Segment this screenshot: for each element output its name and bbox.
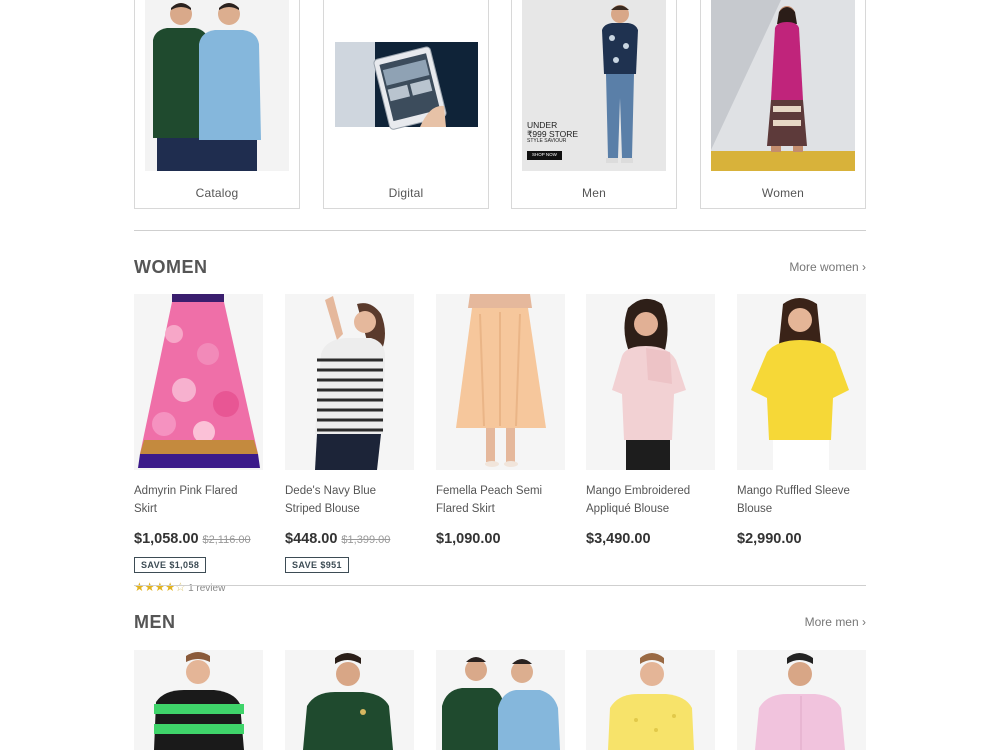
product-price: $2,990.00 xyxy=(737,531,802,547)
product-image[interactable] xyxy=(134,650,263,750)
rating-stars-icon: ★★★★☆ xyxy=(134,580,186,594)
product-image[interactable] xyxy=(737,650,866,750)
collection-image-women[interactable] xyxy=(711,0,855,171)
collection-label-women[interactable]: Women xyxy=(701,186,865,200)
product-card[interactable]: Dede's Navy Blue Striped Blouse $448.00 $… xyxy=(285,294,414,573)
men-store-banner: UNDER ₹999 STORE STYLE SAVIOUR SHOP NOW xyxy=(527,121,578,160)
product-image[interactable] xyxy=(134,294,263,470)
section-divider xyxy=(134,585,866,586)
product-image[interactable] xyxy=(436,294,565,470)
product-image[interactable] xyxy=(436,650,565,750)
more-men-link[interactable]: More men › xyxy=(805,615,866,629)
save-badge: SAVE $951 xyxy=(285,557,349,573)
more-women-link[interactable]: More women › xyxy=(789,260,866,274)
product-price: $1,058.00 xyxy=(134,531,199,547)
section-divider xyxy=(134,230,866,231)
product-card[interactable]: Admyrin Pink Flared Skirt $1,058.00 $2,11… xyxy=(134,294,263,594)
collection-image-men[interactable]: UNDER ₹999 STORE STYLE SAVIOUR SHOP NOW xyxy=(522,0,666,171)
product-card[interactable]: Mango Ruffled Sleeve Blouse $2,990.00 xyxy=(737,294,866,548)
product-card[interactable]: Femella Peach Semi Flared Skirt $1,090.0… xyxy=(436,294,565,548)
product-compare-price: $1,399.00 xyxy=(341,534,391,546)
section-title-men: MEN xyxy=(134,612,176,632)
collection-image-catalog[interactable] xyxy=(145,0,289,171)
collection-label-catalog[interactable]: Catalog xyxy=(135,186,299,200)
product-compare-price: $2,116.00 xyxy=(202,534,251,546)
product-name[interactable]: Admyrin Pink Flared Skirt xyxy=(134,483,263,518)
product-image[interactable] xyxy=(737,294,866,470)
shop-now-badge: SHOP NOW xyxy=(527,151,562,160)
collection-image-digital[interactable] xyxy=(334,0,478,171)
product-image[interactable] xyxy=(285,650,414,750)
collection-label-digital[interactable]: Digital xyxy=(324,186,488,200)
section-title-women: WOMEN xyxy=(134,257,208,277)
product-name[interactable]: Femella Peach Semi Flared Skirt xyxy=(436,483,565,518)
product-name[interactable]: Dede's Navy Blue Striped Blouse xyxy=(285,483,414,518)
product-image[interactable] xyxy=(586,650,715,750)
collections-grid: Catalog Digital UNDER ₹999 STORE STYLE S… xyxy=(134,0,866,209)
product-name[interactable]: Mango Ruffled Sleeve Blouse xyxy=(737,483,866,518)
product-price: $448.00 xyxy=(285,531,338,547)
product-name[interactable]: Mango Embroidered Appliqué Blouse xyxy=(586,483,715,518)
collection-card-digital[interactable]: Digital xyxy=(323,0,489,209)
save-badge: SAVE $1,058 xyxy=(134,557,207,573)
collection-card-catalog[interactable]: Catalog xyxy=(134,0,300,209)
product-price: $1,090.00 xyxy=(436,531,501,547)
product-price: $3,490.00 xyxy=(586,531,651,547)
product-image[interactable] xyxy=(285,294,414,470)
product-rating: ★★★★☆ 1 review xyxy=(134,580,263,594)
collection-label-men[interactable]: Men xyxy=(512,186,676,200)
product-image[interactable] xyxy=(586,294,715,470)
collection-card-men[interactable]: UNDER ₹999 STORE STYLE SAVIOUR SHOP NOW … xyxy=(511,0,677,209)
product-card[interactable]: Mango Embroidered Appliqué Blouse $3,490… xyxy=(586,294,715,548)
collection-card-women[interactable]: Women xyxy=(700,0,866,209)
